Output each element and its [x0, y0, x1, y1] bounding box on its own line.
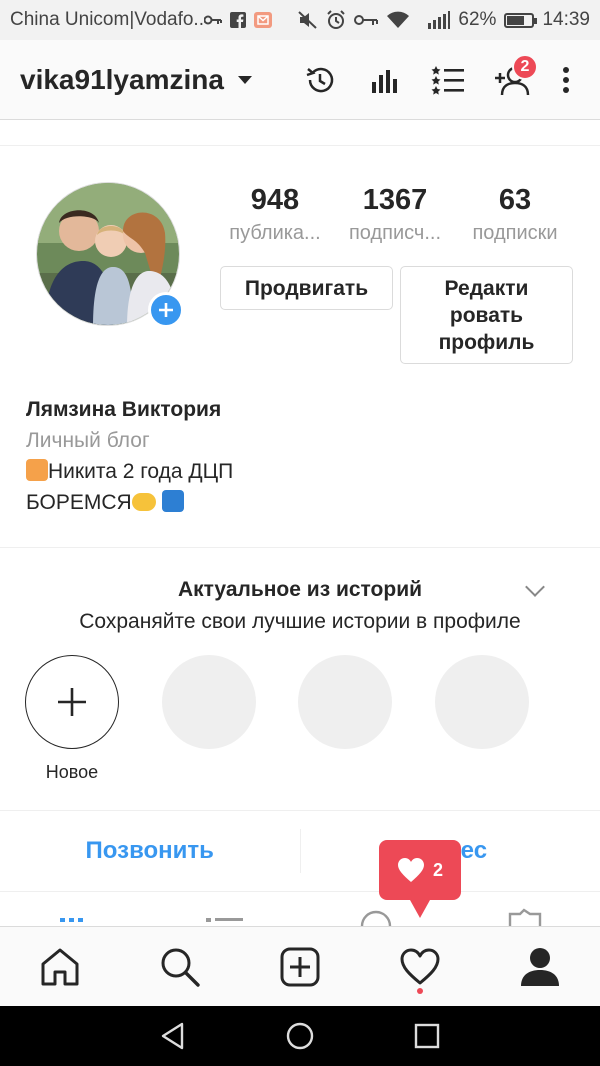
discover-people-button[interactable]: 2: [480, 50, 544, 110]
edit-profile-button[interactable]: Редакти ровать профиль: [400, 266, 573, 364]
highlights-subtitle: Сохраняйте свои лучшие истории в профиле: [79, 610, 521, 633]
stat-posts[interactable]: 948 публика...: [220, 182, 330, 248]
saved-tab-icon: [508, 908, 542, 926]
profile-header: vika91lyamzina 2: [0, 40, 600, 120]
key-icon: [204, 14, 223, 26]
profile-bio: Лямзина Виктория Личный блог Никита 2 го…: [26, 394, 586, 518]
history-button[interactable]: [288, 50, 352, 110]
highlights-title: Актуальное из историй: [177, 578, 423, 601]
bio-text: БОРЕМСЯ: [26, 491, 132, 514]
bio-text: Никита 2 года ДЦП: [48, 460, 234, 483]
divider: [0, 120, 600, 146]
nav-search[interactable]: [120, 927, 240, 1006]
highlight-placeholder: [162, 655, 256, 749]
story-highlights: Актуальное из историй Сохраняйте свои лу…: [0, 547, 600, 810]
insights-button[interactable]: [352, 50, 416, 110]
stat-value: 948: [250, 184, 300, 216]
heart-icon: [400, 948, 440, 984]
stat-following[interactable]: 63 подписки: [460, 182, 570, 248]
stat-label: подписки: [472, 222, 558, 244]
home-circle-icon: [286, 1022, 314, 1050]
status-icons: 62% 14:39: [204, 9, 590, 31]
battery-percent: 62%: [458, 9, 497, 30]
account-switcher[interactable]: vika91lyamzina: [20, 64, 224, 96]
stat-followers[interactable]: 1367 подписч...: [340, 182, 450, 248]
new-highlight-label: Новое: [45, 762, 99, 782]
content-tabs: [0, 892, 600, 926]
signal-icon: [428, 11, 451, 29]
like-count: 2: [432, 859, 443, 880]
baby-emoji-icon: [26, 459, 48, 481]
tagged-tab-icon: [360, 910, 392, 926]
insights-icon: [372, 70, 397, 93]
add-story-button[interactable]: [148, 292, 184, 328]
saved-list-icon: [431, 66, 464, 95]
highlight-placeholder: [435, 655, 529, 749]
key-icon: [354, 14, 379, 26]
stat-value: 1367: [362, 184, 428, 216]
home-button[interactable]: [270, 1006, 330, 1066]
nav-new-post[interactable]: [240, 927, 360, 1006]
mute-icon: [298, 11, 318, 29]
home-icon: [41, 948, 79, 985]
new-highlight-button[interactable]: [25, 655, 119, 749]
category-label: Личный блог: [26, 429, 150, 452]
bio-line: БОРЕМСЯ: [26, 487, 586, 518]
nav-profile[interactable]: [480, 927, 600, 1006]
clock: 14:39: [542, 9, 590, 30]
plus-icon: [58, 688, 86, 716]
heart-icon: [397, 858, 424, 882]
mail-icon: [254, 12, 273, 28]
promote-button[interactable]: Продвигать: [220, 266, 393, 310]
header-actions: 2: [288, 40, 588, 120]
profile-stats: 948 публика... 1367 подписч... 63 подпис…: [220, 182, 570, 248]
more-button[interactable]: [544, 50, 588, 110]
grid-tab-icon: [60, 918, 83, 922]
stat-label: публика...: [229, 222, 321, 244]
nav-activity[interactable]: [360, 927, 480, 1006]
bottom-nav: [0, 926, 600, 1006]
recent-apps-icon: [414, 1023, 439, 1049]
facebook-icon: [230, 12, 247, 28]
search-icon: [161, 948, 200, 987]
profile-icon: [521, 947, 559, 986]
bio-line: Никита 2 года ДЦП: [26, 456, 586, 487]
activity-dot: [417, 988, 423, 994]
status-bar: China Unicom|Vodafo... 62% 14:39: [0, 0, 600, 40]
stat-label: подписч...: [348, 222, 442, 244]
alarm-icon: [326, 10, 346, 30]
more-icon: [563, 67, 569, 93]
recents-button[interactable]: [397, 1006, 457, 1066]
battery-icon: [504, 12, 538, 28]
history-icon: [306, 67, 334, 93]
wifi-icon: [386, 11, 410, 29]
plus-icon: [159, 303, 173, 317]
stat-value: 63: [498, 184, 532, 216]
wheelchair-icon: [161, 490, 184, 512]
saved-list-button[interactable]: [416, 50, 480, 110]
system-nav: [0, 1006, 600, 1066]
call-button[interactable]: Позвонить: [0, 811, 300, 891]
full-name: Лямзина Виктория: [26, 398, 222, 421]
notification-badge: 2: [512, 54, 538, 80]
highlight-placeholder: [298, 655, 392, 749]
contact-options: Позвонить Адрес: [0, 810, 600, 892]
avatar[interactable]: [36, 182, 184, 328]
nav-home[interactable]: [0, 927, 120, 1006]
fist-emoji-icon: [131, 493, 156, 511]
profile-section: 948 публика... 1367 подписч... 63 подпис…: [0, 120, 600, 548]
back-button[interactable]: [143, 1006, 203, 1066]
list-tab-icon: [206, 918, 243, 922]
activity-notification[interactable]: 2: [379, 840, 461, 918]
back-icon: [162, 1022, 184, 1050]
carrier-name: China Unicom|Vodafo...: [10, 9, 205, 30]
chevron-down-icon[interactable]: [237, 75, 252, 84]
add-post-icon: [280, 947, 320, 986]
